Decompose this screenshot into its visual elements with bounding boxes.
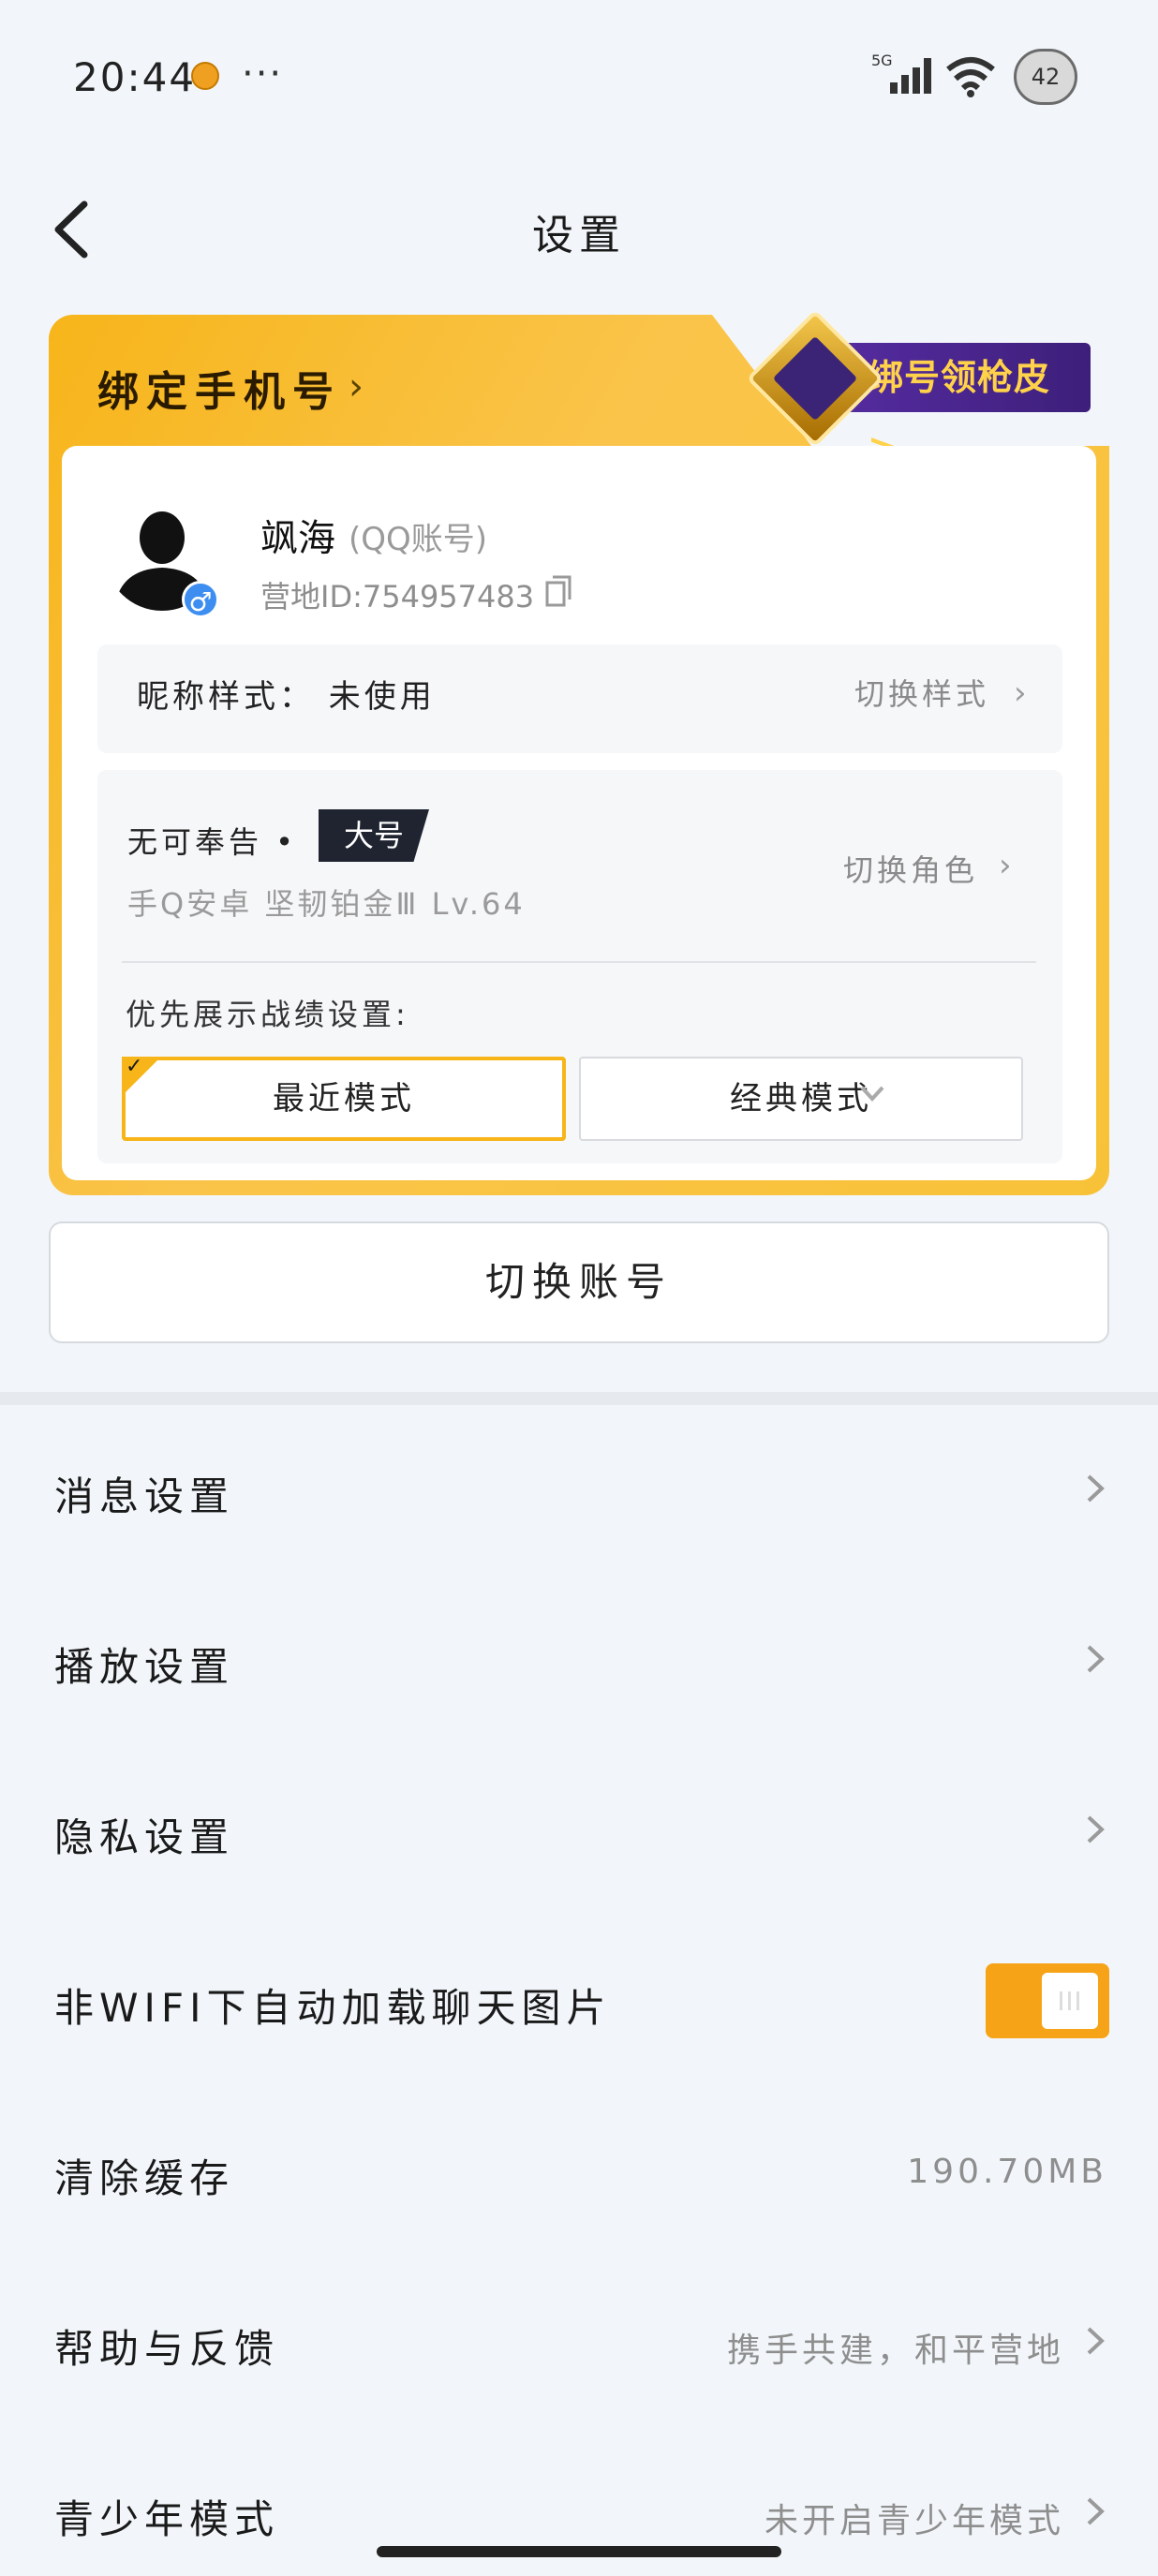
settings-item-privacy[interactable]: 隐私设置 — [0, 1746, 1158, 1917]
section-divider — [0, 1392, 1158, 1405]
settings-item-auto-load-images: 非WIFI下自动加载聊天图片 — [0, 1917, 1158, 2087]
chevron-down-icon — [860, 1086, 884, 1102]
chevron-right-icon — [1087, 2327, 1105, 2355]
status-avatar: 42 — [1014, 49, 1077, 105]
divider — [122, 961, 1036, 963]
cache-size-value: 190.70MB — [907, 2153, 1107, 2191]
male-gender-icon: ♂ — [182, 581, 219, 618]
more-notifications-icon: ··· — [242, 52, 284, 96]
classic-mode-dropdown[interactable]: 经典模式 — [579, 1057, 1023, 1141]
switch-account-button[interactable]: 切换账号 — [49, 1221, 1109, 1343]
role-detail: 手Q安卓 坚韧铂金Ⅲ Lv.64 — [127, 886, 526, 922]
status-time: 20:44 — [73, 54, 197, 100]
recent-mode-button[interactable]: 最近模式 — [122, 1057, 566, 1141]
settings-item-help-feedback[interactable]: 帮助与反馈 携手共建，和平营地 — [0, 2258, 1158, 2428]
camp-id-label: 营地ID:754957483 — [260, 579, 535, 614]
settings-item-label: 清除缓存 — [54, 2155, 235, 2201]
role-name: 无可奉告 • — [127, 824, 298, 860]
switch-style-link[interactable]: 切换样式 — [854, 671, 989, 714]
settings-item-clear-cache[interactable]: 清除缓存 190.70MB — [0, 2087, 1158, 2258]
chevron-right-icon — [1087, 1645, 1105, 1673]
chevron-right-icon — [1087, 1815, 1105, 1843]
bind-phone-link[interactable]: 绑定手机号 — [97, 358, 341, 418]
settings-item-playback[interactable]: 播放设置 — [0, 1576, 1158, 1746]
wifi-icon — [946, 57, 995, 97]
page-title: 设置 — [532, 212, 626, 259]
app-notification-icon — [191, 62, 219, 90]
settings-item-message[interactable]: 消息设置 — [0, 1405, 1158, 1576]
chevron-right-icon: › — [349, 365, 364, 408]
profile-name: 飒海 — [260, 517, 335, 560]
home-indicator[interactable] — [377, 2546, 781, 2557]
settings-item-label: 消息设置 — [54, 1473, 235, 1519]
chevron-right-icon — [1087, 1474, 1105, 1503]
chevron-right-icon: › — [1014, 674, 1027, 712]
record-display-setting-label: 优先展示战绩设置: — [126, 997, 409, 1032]
switch-role-link[interactable]: 切换角色 — [843, 847, 978, 890]
settings-item-label: 隐私设置 — [54, 1814, 235, 1860]
settings-item-label: 播放设置 — [54, 1644, 235, 1690]
toggle-grip-icon — [1060, 1991, 1079, 2010]
nickname-style-label: 昵称样式： 未使用 — [137, 678, 436, 716]
signal-icon: 5G — [871, 52, 931, 94]
teen-mode-value: 未开启青少年模式 — [764, 2502, 1064, 2540]
account-type-label: (QQ账号) — [349, 521, 488, 558]
checkmark-icon: ✓ — [126, 1055, 143, 1078]
settings-item-label: 帮助与反馈 — [54, 2326, 280, 2372]
chevron-right-icon: › — [999, 847, 1012, 884]
help-feedback-value: 携手共建，和平营地 — [726, 2332, 1064, 2370]
network-type-label: 5G — [871, 52, 893, 69]
settings-item-label: 非WIFI下自动加载聊天图片 — [54, 1985, 612, 2031]
chevron-right-icon — [1087, 2497, 1105, 2525]
copy-icon[interactable] — [545, 575, 572, 607]
settings-item-label: 青少年模式 — [54, 2496, 280, 2542]
